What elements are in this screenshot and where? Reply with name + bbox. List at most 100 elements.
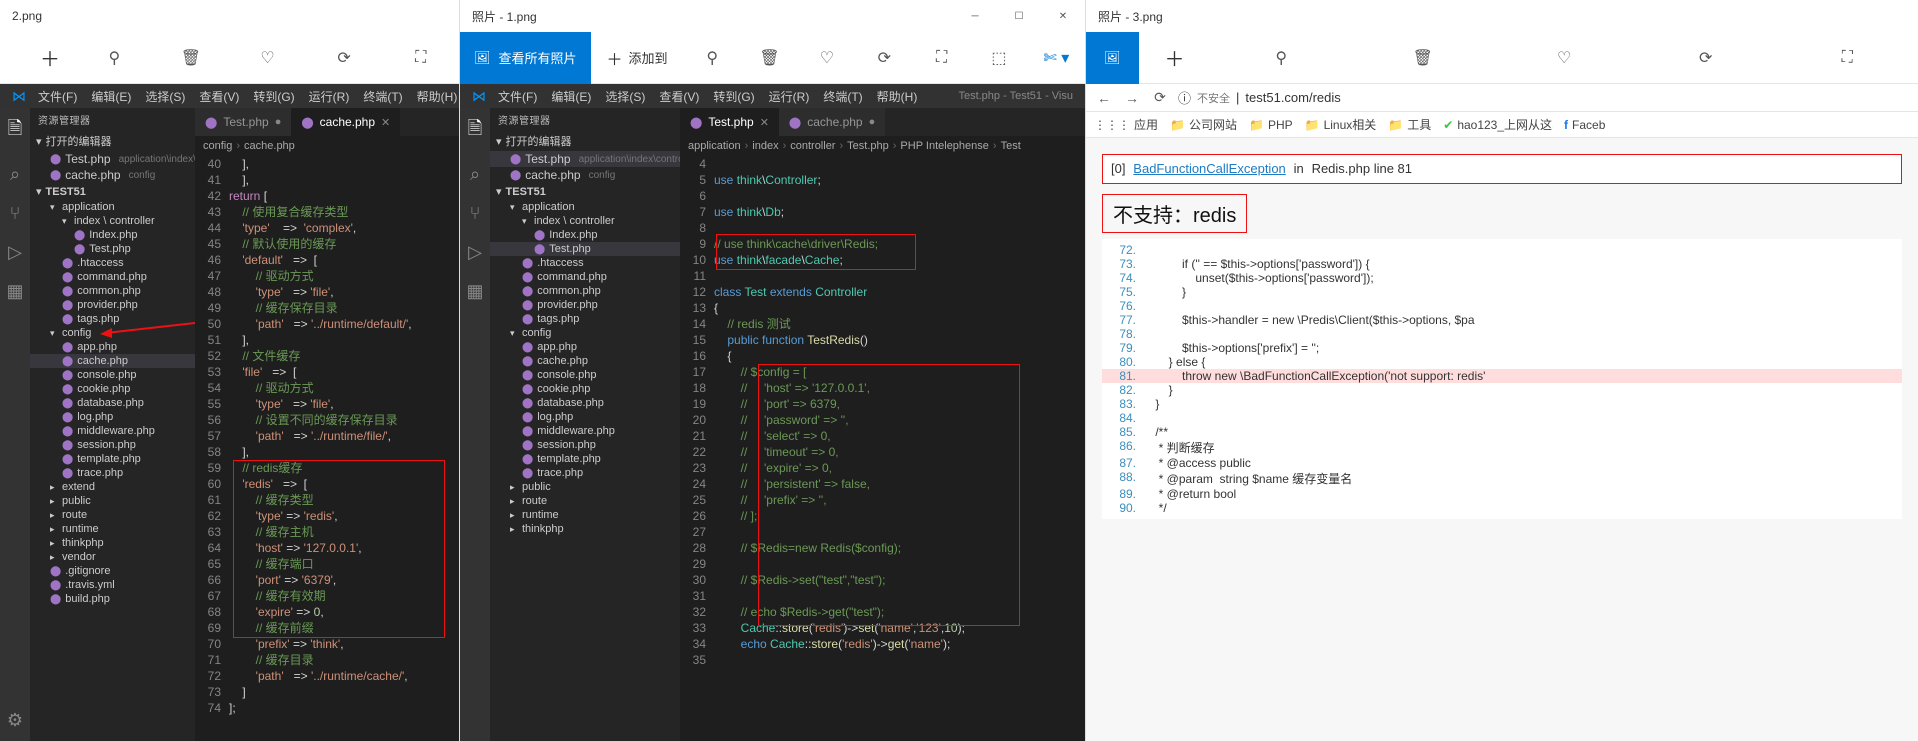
editor-tab[interactable]: ⬤cache.php●: [779, 108, 885, 136]
tree-item[interactable]: ⬤.htaccess: [30, 256, 195, 270]
window-controls[interactable]: ─☐✕: [953, 0, 1085, 32]
rotate-icon[interactable]: ⟳: [1684, 48, 1728, 68]
extensions-icon[interactable]: ▦: [466, 281, 483, 302]
crumb[interactable]: index: [752, 140, 778, 152]
tree-item[interactable]: ⬤cache.php: [490, 354, 680, 368]
tree-item[interactable]: ⬤console.php: [490, 368, 680, 382]
tree-item[interactable]: ⬤cache.php: [30, 354, 195, 368]
tree-item[interactable]: ▾index \ controller: [30, 214, 195, 228]
tree-item[interactable]: ⬤log.php: [490, 410, 680, 424]
zoom-icon[interactable]: ⚲: [690, 48, 734, 68]
heart-icon[interactable]: ♡: [245, 48, 289, 68]
activity-bar[interactable]: 🗎 ⌕ ⑂ ▷ ▦ ⚙: [0, 108, 30, 741]
reload-icon[interactable]: ⟳: [1150, 89, 1170, 106]
menu-run[interactable]: 运行(R): [303, 88, 356, 105]
tree-item[interactable]: ⬤Test.php: [490, 242, 680, 256]
tree-item[interactable]: ⬤command.php: [30, 270, 195, 284]
menu-go[interactable]: 转到(G): [707, 88, 760, 105]
tree-item[interactable]: ⬤.htaccess: [490, 256, 680, 270]
open-editor-item[interactable]: ⬤Test.phpapplication\index\controller: [30, 151, 195, 167]
tree-item[interactable]: ▾application: [30, 200, 195, 214]
tree-item[interactable]: ⬤middleware.php: [490, 424, 680, 438]
crumb[interactable]: Test: [1001, 140, 1021, 152]
debug-icon[interactable]: ▷: [468, 242, 482, 263]
primary-icon-button[interactable]: 🖼: [1086, 32, 1139, 84]
delete-icon[interactable]: 🗑: [169, 48, 213, 68]
add-button[interactable]: ＋: [0, 32, 76, 84]
back-icon[interactable]: ←: [1094, 90, 1114, 106]
zoom-icon[interactable]: ⚲: [92, 48, 136, 68]
scm-icon[interactable]: ⑂: [470, 203, 481, 224]
menu-file[interactable]: 文件(F): [32, 88, 83, 105]
open-editor-item[interactable]: ⬤Test.phpapplication\index\controller: [490, 151, 680, 167]
menu-run[interactable]: 运行(R): [763, 88, 816, 105]
tree-item[interactable]: ⬤template.php: [30, 452, 195, 466]
editor-tab[interactable]: ⬤Test.php●: [195, 108, 291, 136]
delete-icon[interactable]: 🗑: [748, 48, 792, 68]
tree-item[interactable]: ▸public: [490, 480, 680, 494]
tree-item[interactable]: ⬤database.php: [30, 396, 195, 410]
vscode-menubar[interactable]: ⋈ 文件(F) 编辑(E) 选择(S) 查看(V) 转到(G) 运行(R) 终端…: [0, 84, 459, 108]
tree-item[interactable]: ⬤cookie.php: [490, 382, 680, 396]
files-icon[interactable]: 🗎: [8, 116, 22, 146]
menu-help[interactable]: 帮助(H): [871, 88, 924, 105]
tree-item[interactable]: ⬤trace.php: [490, 466, 680, 480]
tree-item[interactable]: ⬤Index.php: [490, 228, 680, 242]
heart-icon[interactable]: ♡: [805, 48, 849, 68]
tree-item[interactable]: ⬤.travis.yml: [30, 578, 195, 592]
tree-item[interactable]: ⬤cookie.php: [30, 382, 195, 396]
tree-item[interactable]: ⬤middleware.php: [30, 424, 195, 438]
tree-item[interactable]: ⬤common.php: [490, 284, 680, 298]
menu-select[interactable]: 选择(S): [599, 88, 651, 105]
add-to-button[interactable]: ＋添加到: [591, 32, 684, 84]
code-content[interactable]: ], ], return [ // 使用复合缓存类型 'type' => 'co…: [229, 156, 459, 741]
code-editor[interactable]: 40 41 42 43 44 45 46 47 48 49 50 51 52 5…: [195, 156, 459, 741]
crumb[interactable]: cache.php: [244, 140, 295, 152]
rotate-icon[interactable]: ⟳: [862, 48, 906, 68]
view-all-button[interactable]: 🖼查看所有照片: [460, 32, 591, 84]
crop-icon[interactable]: ⛶: [399, 48, 443, 68]
tree-item[interactable]: ⬤common.php: [30, 284, 195, 298]
tree-item[interactable]: ▸route: [30, 508, 195, 522]
tree-item[interactable]: ▸vendor: [30, 550, 195, 564]
tree-item[interactable]: ⬤trace.php: [30, 466, 195, 480]
menu-edit[interactable]: 编辑(E): [545, 88, 597, 105]
bookmark-item[interactable]: 📁公司网站: [1170, 116, 1237, 133]
tree-item[interactable]: ⬤database.php: [490, 396, 680, 410]
tree-item[interactable]: ▸route: [490, 494, 680, 508]
tree-item[interactable]: ⬤tags.php: [30, 312, 195, 326]
tree-item[interactable]: ▾config: [490, 326, 680, 340]
project-root[interactable]: ▾TEST51: [490, 183, 680, 200]
bookmark-item[interactable]: 📁工具: [1388, 116, 1431, 133]
delete-icon[interactable]: 🗑: [1401, 48, 1445, 68]
draw-icon[interactable]: ⬚: [977, 48, 1021, 68]
menu-view[interactable]: 查看(V): [653, 88, 705, 105]
tree-item[interactable]: ⬤.gitignore: [30, 564, 195, 578]
crumb[interactable]: PHP Intelephense: [900, 140, 988, 152]
editor-tab[interactable]: ⬤cache.php✕: [291, 108, 400, 136]
gear-icon[interactable]: ⚙: [7, 710, 23, 731]
bookmarks-bar[interactable]: ⋮⋮⋮应用📁公司网站📁PHP📁Linux相关📁工具✔hao123_上网从这fFa…: [1086, 112, 1918, 138]
bookmark-item[interactable]: ✔hao123_上网从这: [1443, 116, 1552, 133]
tree-item[interactable]: ▸thinkphp: [490, 522, 680, 536]
tree-item[interactable]: ⬤app.php: [30, 340, 195, 354]
tree-item[interactable]: ▸runtime: [30, 522, 195, 536]
open-editors-section[interactable]: ▾打开的编辑器: [490, 131, 680, 151]
open-editors-section[interactable]: ▾打开的编辑器: [30, 131, 195, 151]
tree-item[interactable]: ⬤session.php: [30, 438, 195, 452]
crumb[interactable]: config: [203, 140, 232, 152]
tree-item[interactable]: ⬤template.php: [490, 452, 680, 466]
tree-item[interactable]: ⬤provider.php: [490, 298, 680, 312]
tree-item[interactable]: ⬤command.php: [490, 270, 680, 284]
crumb[interactable]: application: [688, 140, 741, 152]
scm-icon[interactable]: ⑂: [10, 203, 21, 224]
menu-file[interactable]: 文件(F): [492, 88, 543, 105]
crop-icon[interactable]: ⛶: [1825, 48, 1869, 68]
breadcrumbs[interactable]: application›index›controller›Test.php›PH…: [680, 136, 1085, 156]
crumb[interactable]: controller: [790, 140, 835, 152]
breadcrumbs[interactable]: config›cache.php: [195, 136, 459, 156]
code-content[interactable]: use think\Controller; use think\Db; // u…: [714, 156, 1085, 741]
debug-icon[interactable]: ▷: [8, 242, 22, 263]
editor-tabs[interactable]: ⬤Test.php✕⬤cache.php●: [680, 108, 1085, 136]
tree-item[interactable]: ⬤log.php: [30, 410, 195, 424]
